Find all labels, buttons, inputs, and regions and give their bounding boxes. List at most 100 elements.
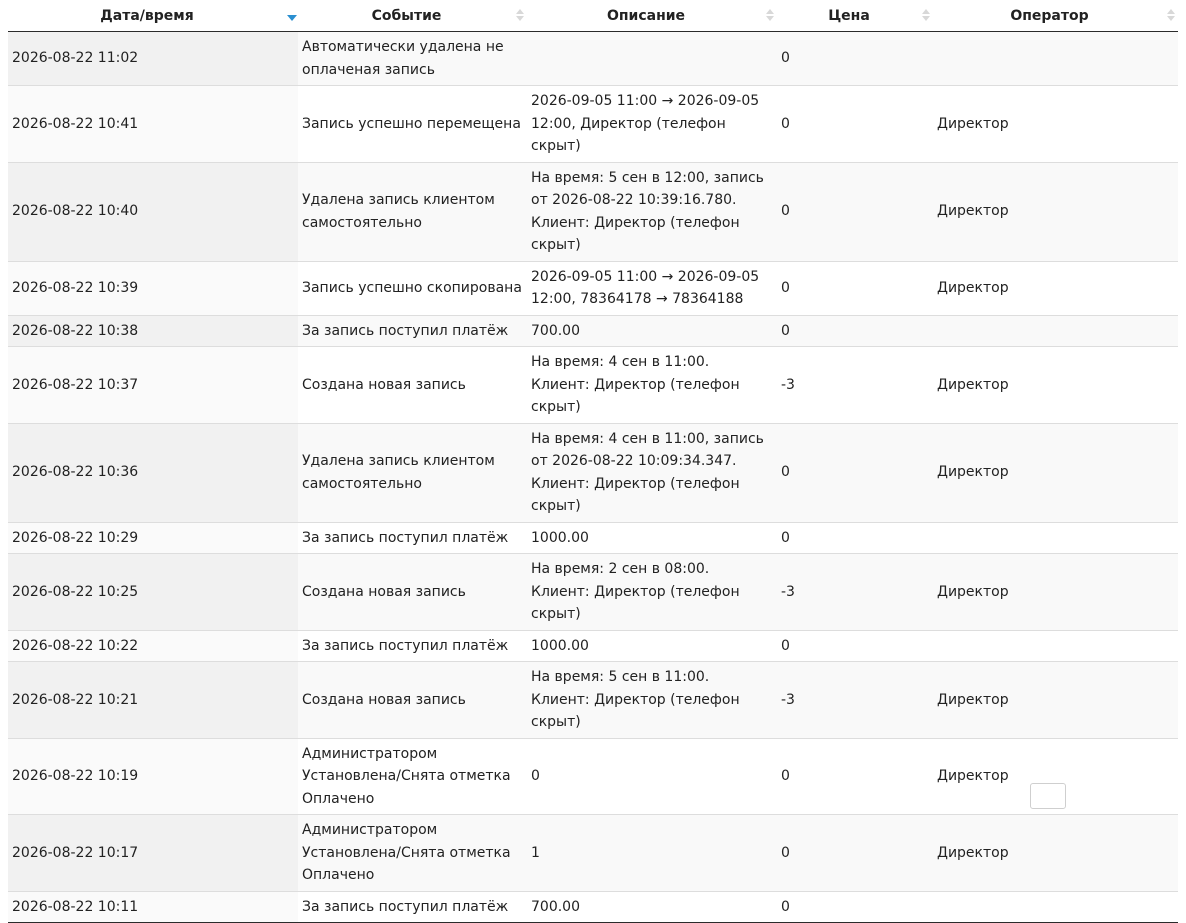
table-row: 2026-08-22 10:17 Администратором Установл… [8, 814, 1178, 891]
cell-event: Создана новая запись [298, 346, 527, 423]
cell-datetime: 2026-08-22 10:40 [8, 161, 298, 261]
cell-description [527, 31, 777, 86]
sort-both-icon [922, 9, 930, 23]
cell-event: Удалена запись клиентом самостоятельно [298, 422, 527, 522]
cell-datetime: 2026-08-22 10:37 [8, 346, 298, 423]
column-header-description[interactable]: Описание [527, 0, 777, 32]
table-row: 2026-08-22 10:29 За запись поступил платё… [8, 521, 1178, 554]
cell-event: За запись поступил платёж [298, 890, 527, 923]
table-body: 2026-08-22 11:02 Автоматически удалена не… [8, 31, 1178, 923]
table-row: 2026-08-22 10:11 За запись поступил платё… [8, 890, 1178, 923]
column-header-label: Событие [371, 7, 442, 24]
cell-description: 2026-09-05 11:00 → 2026-09-05 12:00, Дир… [527, 85, 777, 162]
column-header-label: Описание [606, 7, 686, 24]
cell-description: На время: 4 сен в 11:00. Клиент: Директо… [527, 346, 777, 423]
cell-event: Создана новая запись [298, 661, 527, 738]
cell-operator: Директор [933, 814, 1178, 891]
column-header-label: Дата/время [100, 7, 194, 24]
table-row: 2026-08-22 10:38 За запись поступил платё… [8, 314, 1178, 347]
cell-event: Запись успешно перемещена [298, 85, 527, 162]
cell-price: 0 [777, 737, 933, 815]
cell-datetime: 2026-08-22 10:11 [8, 890, 298, 923]
column-header-datetime[interactable]: Дата/время [8, 0, 298, 32]
table-row: 2026-08-22 10:41 Запись успешно перемещен… [8, 85, 1178, 162]
sort-both-icon [516, 9, 524, 23]
cell-description: 1000.00 [527, 629, 777, 662]
cell-price: 0 [777, 31, 933, 86]
cell-operator: Директор [933, 553, 1178, 630]
cell-datetime: 2026-08-22 10:21 [8, 661, 298, 738]
table-row: 2026-08-22 10:36 Удалена запись клиентом … [8, 422, 1178, 522]
sort-both-icon [766, 9, 774, 23]
cell-event: Запись успешно скопирована [298, 260, 527, 315]
cell-datetime: 2026-08-22 10:25 [8, 553, 298, 630]
pagination-button[interactable] [1030, 783, 1066, 809]
cell-price: 0 [777, 890, 933, 923]
cell-description: 1 [527, 814, 777, 891]
cell-description: 2026-09-05 11:00 → 2026-09-05 12:00, 783… [527, 260, 777, 315]
cell-price: 0 [777, 260, 933, 315]
cell-datetime: 2026-08-22 10:19 [8, 737, 298, 815]
cell-datetime: 2026-08-22 10:29 [8, 521, 298, 554]
column-header-price[interactable]: Цена [777, 0, 933, 32]
cell-operator [933, 890, 1178, 923]
column-header-label: Цена [828, 7, 870, 24]
table-row: 2026-08-22 10:22 За запись поступил платё… [8, 629, 1178, 662]
table-row: 2026-08-22 10:40 Удалена запись клиентом … [8, 161, 1178, 261]
table-row: 2026-08-22 10:25 Создана новая запись На в… [8, 553, 1178, 630]
column-header-event[interactable]: Событие [298, 0, 527, 32]
table-row: 2026-08-22 10:39 Запись успешно скопирова… [8, 260, 1178, 315]
cell-price: 0 [777, 161, 933, 261]
cell-operator [933, 521, 1178, 554]
cell-operator [933, 314, 1178, 347]
cell-operator: Директор [933, 661, 1178, 738]
cell-datetime: 2026-08-22 10:36 [8, 422, 298, 522]
cell-price: 0 [777, 422, 933, 522]
table-row: 2026-08-22 11:02 Автоматически удалена не… [8, 31, 1178, 86]
table-row: 2026-08-22 10:21 Создана новая запись На в… [8, 661, 1178, 738]
cell-price: -3 [777, 553, 933, 630]
cell-datetime: 2026-08-22 10:17 [8, 814, 298, 891]
cell-event: Администратором Установлена/Снята отметк… [298, 737, 527, 815]
cell-event: За запись поступил платёж [298, 521, 527, 554]
cell-description: 700.00 [527, 890, 777, 923]
cell-operator [933, 629, 1178, 662]
cell-operator: Директор [933, 85, 1178, 162]
table-row: 2026-08-22 10:19 Администратором Установл… [8, 737, 1178, 815]
cell-price: -3 [777, 346, 933, 423]
cell-price: 0 [777, 521, 933, 554]
event-log-table: Дата/время Событие Описание Цена Операто… [8, 0, 1178, 923]
cell-description: На время: 2 сен в 08:00. Клиент: Директо… [527, 553, 777, 630]
cell-price: 0 [777, 314, 933, 347]
cell-description: На время: 4 сен в 11:00, запись от 2026-… [527, 422, 777, 522]
table-header: Дата/время Событие Описание Цена Операто… [8, 0, 1178, 32]
cell-price: 0 [777, 629, 933, 662]
cell-description: На время: 5 сен в 12:00, запись от 2026-… [527, 161, 777, 261]
cell-description: 700.00 [527, 314, 777, 347]
cell-price: 0 [777, 85, 933, 162]
cell-event: За запись поступил платёж [298, 314, 527, 347]
cell-operator: Директор [933, 260, 1178, 315]
cell-datetime: 2026-08-22 10:39 [8, 260, 298, 315]
cell-datetime: 2026-08-22 10:22 [8, 629, 298, 662]
cell-datetime: 2026-08-22 11:02 [8, 31, 298, 86]
sort-both-icon [1167, 9, 1175, 23]
cell-description: 1000.00 [527, 521, 777, 554]
cell-price: 0 [777, 814, 933, 891]
cell-description: На время: 5 сен в 11:00. Клиент: Директо… [527, 661, 777, 738]
cell-operator: Директор [933, 346, 1178, 423]
cell-datetime: 2026-08-22 10:38 [8, 314, 298, 347]
cell-event: За запись поступил платёж [298, 629, 527, 662]
cell-operator [933, 31, 1178, 86]
cell-description: 0 [527, 737, 777, 815]
cell-price: -3 [777, 661, 933, 738]
column-header-operator[interactable]: Оператор [933, 0, 1178, 32]
column-header-label: Оператор [1010, 7, 1089, 24]
cell-operator: Директор [933, 422, 1178, 522]
cell-event: Создана новая запись [298, 553, 527, 630]
cell-event: Администратором Установлена/Снята отметк… [298, 814, 527, 891]
sort-desc-icon [287, 9, 297, 23]
cell-event: Удалена запись клиентом самостоятельно [298, 161, 527, 261]
cell-operator: Директор [933, 161, 1178, 261]
table-row: 2026-08-22 10:37 Создана новая запись На в… [8, 346, 1178, 423]
